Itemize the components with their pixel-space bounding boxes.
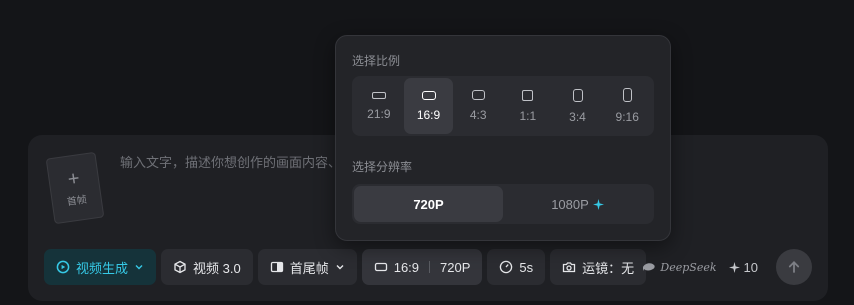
ratio-icon bbox=[374, 262, 387, 272]
resolution-section-title: 选择分辨率 bbox=[352, 160, 413, 174]
ratio-section-title: 选择比例 bbox=[352, 54, 401, 68]
frames-dropdown[interactable]: 首尾帧 bbox=[257, 249, 357, 285]
camera-label: 运镜：无 bbox=[582, 260, 635, 276]
resolution-options: 720P 1080P bbox=[352, 184, 654, 224]
ratio-label: 9:16 bbox=[615, 110, 639, 124]
ratio-option-3-4[interactable]: 3:4 bbox=[553, 78, 603, 134]
ratio-resolution-button[interactable]: 16:9 720P bbox=[361, 249, 483, 285]
resolution-label: 1080P bbox=[551, 196, 589, 212]
ratio-label: 16:9 bbox=[393, 259, 420, 275]
frames-label: 首尾帧 bbox=[289, 260, 329, 276]
camera-motion-selector[interactable]: 运镜：无 bbox=[550, 249, 647, 285]
composer-toolbar: 视频生成 视频 3.0 首尾帧 16:9 720P 5s 运镜：无 bbox=[44, 249, 647, 285]
ratio-label: 21:9 bbox=[367, 106, 391, 121]
ratio-1-1-icon bbox=[522, 89, 534, 101]
ratio-label: 16:9 bbox=[416, 107, 441, 122]
first-frame-upload[interactable]: + 首帧 bbox=[45, 151, 105, 225]
ratio-9-16-icon bbox=[622, 88, 632, 102]
ratio-label: 1:1 bbox=[519, 108, 537, 123]
model-selector[interactable]: 视频 3.0 bbox=[161, 249, 253, 285]
ratio-option-21-9[interactable]: 21:9 bbox=[354, 78, 404, 134]
divider bbox=[429, 261, 431, 273]
duration-selector[interactable]: 5s bbox=[487, 249, 546, 285]
send-button[interactable] bbox=[776, 249, 812, 285]
ratio-3-4-icon bbox=[572, 88, 583, 102]
credits-count: 10 bbox=[728, 259, 758, 275]
resolution-option-720p[interactable]: 720P bbox=[354, 186, 503, 222]
ratio-label: 4:3 bbox=[469, 108, 487, 122]
frames-icon bbox=[270, 261, 283, 273]
credits-value: 10 bbox=[743, 259, 758, 275]
first-frame-label: 首帧 bbox=[66, 194, 88, 208]
mode-label: 视频生成 bbox=[76, 260, 129, 276]
timer-icon bbox=[500, 260, 513, 274]
mode-dropdown[interactable]: 视频生成 bbox=[44, 249, 157, 285]
sparkle-icon bbox=[592, 198, 604, 210]
resolution-label: 720P bbox=[440, 259, 471, 275]
ratio-option-4-3[interactable]: 4:3 bbox=[453, 78, 503, 134]
model-label: 视频 3.0 bbox=[193, 260, 241, 276]
chevron-down-icon bbox=[135, 265, 143, 270]
resolution-label: 720P bbox=[413, 196, 444, 212]
plus-icon: + bbox=[66, 166, 81, 191]
resolution-option-1080p[interactable]: 1080P bbox=[503, 186, 652, 222]
ratio-16-9-icon bbox=[421, 90, 436, 100]
chevron-down-icon bbox=[336, 265, 344, 270]
video-generate-icon bbox=[56, 260, 70, 274]
ratio-option-9-16[interactable]: 9:16 bbox=[602, 78, 652, 134]
arrow-up-icon bbox=[788, 261, 800, 273]
ratio-4-3-icon bbox=[471, 90, 485, 100]
brand-name: DeepSeek bbox=[660, 260, 717, 274]
cube-icon bbox=[174, 260, 186, 274]
composer-actions: DeepSeek 10 bbox=[642, 249, 812, 285]
whale-icon bbox=[643, 263, 656, 271]
duration-label: 5s bbox=[519, 259, 534, 275]
ratio-option-1-1[interactable]: 1:1 bbox=[503, 78, 553, 134]
ratio-label: 3:4 bbox=[569, 109, 586, 124]
ratio-options: 21:9 16:9 4:3 1:1 3:4 9:16 bbox=[352, 76, 654, 136]
ratio-option-16-9[interactable]: 16:9 bbox=[403, 78, 454, 134]
sparkle-icon bbox=[728, 261, 740, 273]
ratio-resolution-popover: 选择比例 21:9 16:9 4:3 1:1 3:4 9:16 选择分辨率 72… bbox=[335, 35, 671, 241]
brand-watermark: DeepSeek bbox=[642, 260, 717, 274]
camera-icon bbox=[562, 262, 576, 273]
ratio-21-9-icon bbox=[371, 91, 386, 99]
